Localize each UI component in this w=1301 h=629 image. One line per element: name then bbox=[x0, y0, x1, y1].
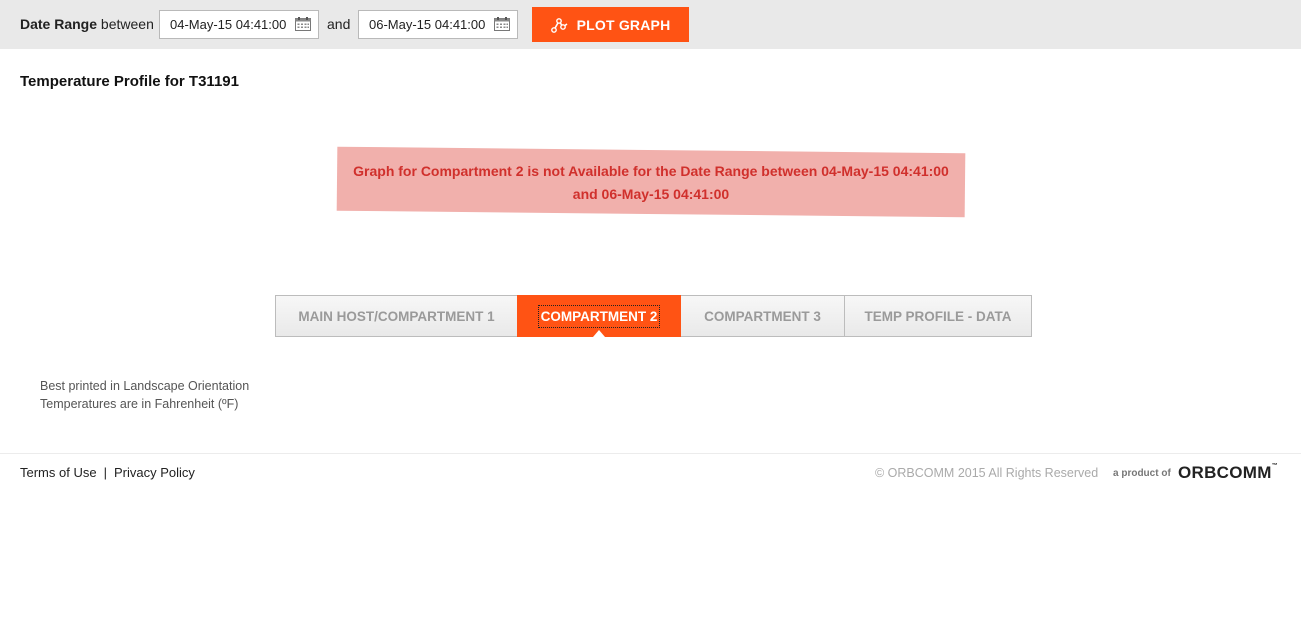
calendar-icon[interactable] bbox=[295, 17, 311, 31]
product-of-label: a product of bbox=[1113, 468, 1171, 479]
print-notes: Best printed in Landscape Orientation Te… bbox=[40, 377, 249, 413]
landscape-note: Best printed in Landscape Orientation bbox=[40, 379, 250, 393]
date-range-title: Date Range bbox=[20, 16, 98, 32]
alert-message: Graph for Compartment 2 is not Available… bbox=[337, 160, 965, 206]
tab-label: TEMP PROFILE - DATA bbox=[864, 308, 1012, 324]
tab-compartment-2[interactable]: COMPARTMENT 2 bbox=[517, 295, 681, 337]
start-date-input[interactable]: 04-May-15 04:41:00 bbox=[159, 10, 319, 39]
alert-line-1: Graph for Compartment 2 is not Available… bbox=[353, 163, 949, 179]
copyright-text: © ORBCOMM 2015 All Rights Reserved bbox=[875, 466, 1099, 480]
end-date-input[interactable]: 06-May-15 04:41:00 bbox=[358, 10, 518, 39]
tab-label: COMPARTMENT 2 bbox=[537, 304, 661, 328]
alert-line-2: and 06-May-15 04:41:00 bbox=[572, 186, 730, 202]
plot-graph-button[interactable]: PLOT GRAPH bbox=[532, 7, 689, 42]
calendar-icon[interactable] bbox=[494, 17, 510, 31]
end-date-value: 06-May-15 04:41:00 bbox=[369, 17, 486, 32]
privacy-policy-link[interactable]: Privacy Policy bbox=[114, 465, 195, 480]
orbcomm-logo: ORBCOMM™ bbox=[1178, 463, 1278, 483]
graph-icon bbox=[550, 17, 568, 33]
plot-graph-label: PLOT GRAPH bbox=[576, 16, 671, 33]
tab-temp-profile-data[interactable]: TEMP PROFILE - DATA bbox=[844, 295, 1032, 337]
compartment-tabs: MAIN HOST/COMPARTMENT 1 COMPARTMENT 2 CO… bbox=[275, 295, 1032, 337]
and-label: and bbox=[327, 16, 351, 32]
footer-divider bbox=[0, 453, 1301, 454]
footer-links: Terms of Use | Privacy Policy bbox=[20, 465, 195, 480]
terms-of-use-link[interactable]: Terms of Use bbox=[20, 465, 97, 480]
date-range-label: Date Range between bbox=[20, 16, 154, 32]
active-tab-caret-icon bbox=[593, 330, 605, 337]
start-date-value: 04-May-15 04:41:00 bbox=[170, 17, 287, 32]
footer-separator: | bbox=[103, 465, 107, 480]
tab-label: COMPARTMENT 3 bbox=[704, 308, 821, 324]
fahrenheit-note: Temperatures are in Fahrenheit (ºF) bbox=[40, 397, 239, 411]
tab-compartment-3[interactable]: COMPARTMENT 3 bbox=[680, 295, 845, 337]
toolbar: Date Range between 04-May-15 04:41:00 an… bbox=[0, 0, 1301, 49]
trademark-mark: ™ bbox=[1271, 463, 1279, 469]
between-label: between bbox=[100, 16, 154, 32]
tab-main-host-compartment-1[interactable]: MAIN HOST/COMPARTMENT 1 bbox=[275, 295, 518, 337]
tab-label: MAIN HOST/COMPARTMENT 1 bbox=[298, 308, 495, 324]
logo-text: ORBCOMM bbox=[1178, 463, 1272, 482]
page-title: Temperature Profile for T31191 bbox=[20, 73, 239, 90]
